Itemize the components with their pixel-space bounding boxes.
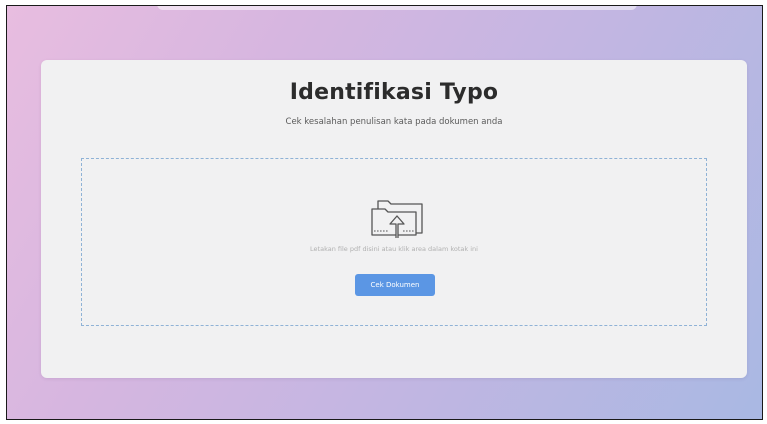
- folder-upload-icon: [371, 200, 423, 238]
- file-dropzone[interactable]: Letakan file pdf disini atau klik area d…: [81, 158, 707, 326]
- dropzone-hint: Letakan file pdf disini atau klik area d…: [310, 245, 478, 253]
- page-subtitle: Cek kesalahan penulisan kata pada dokume…: [285, 117, 503, 127]
- upload-card: Identifikasi Typo Cek kesalahan penulisa…: [41, 60, 747, 378]
- page-title: Identifikasi Typo: [289, 80, 499, 105]
- check-document-button[interactable]: Cek Dokumen: [355, 274, 435, 296]
- top-shadow-decoration: [157, 6, 637, 10]
- app-frame: Identifikasi Typo Cek kesalahan penulisa…: [6, 5, 763, 420]
